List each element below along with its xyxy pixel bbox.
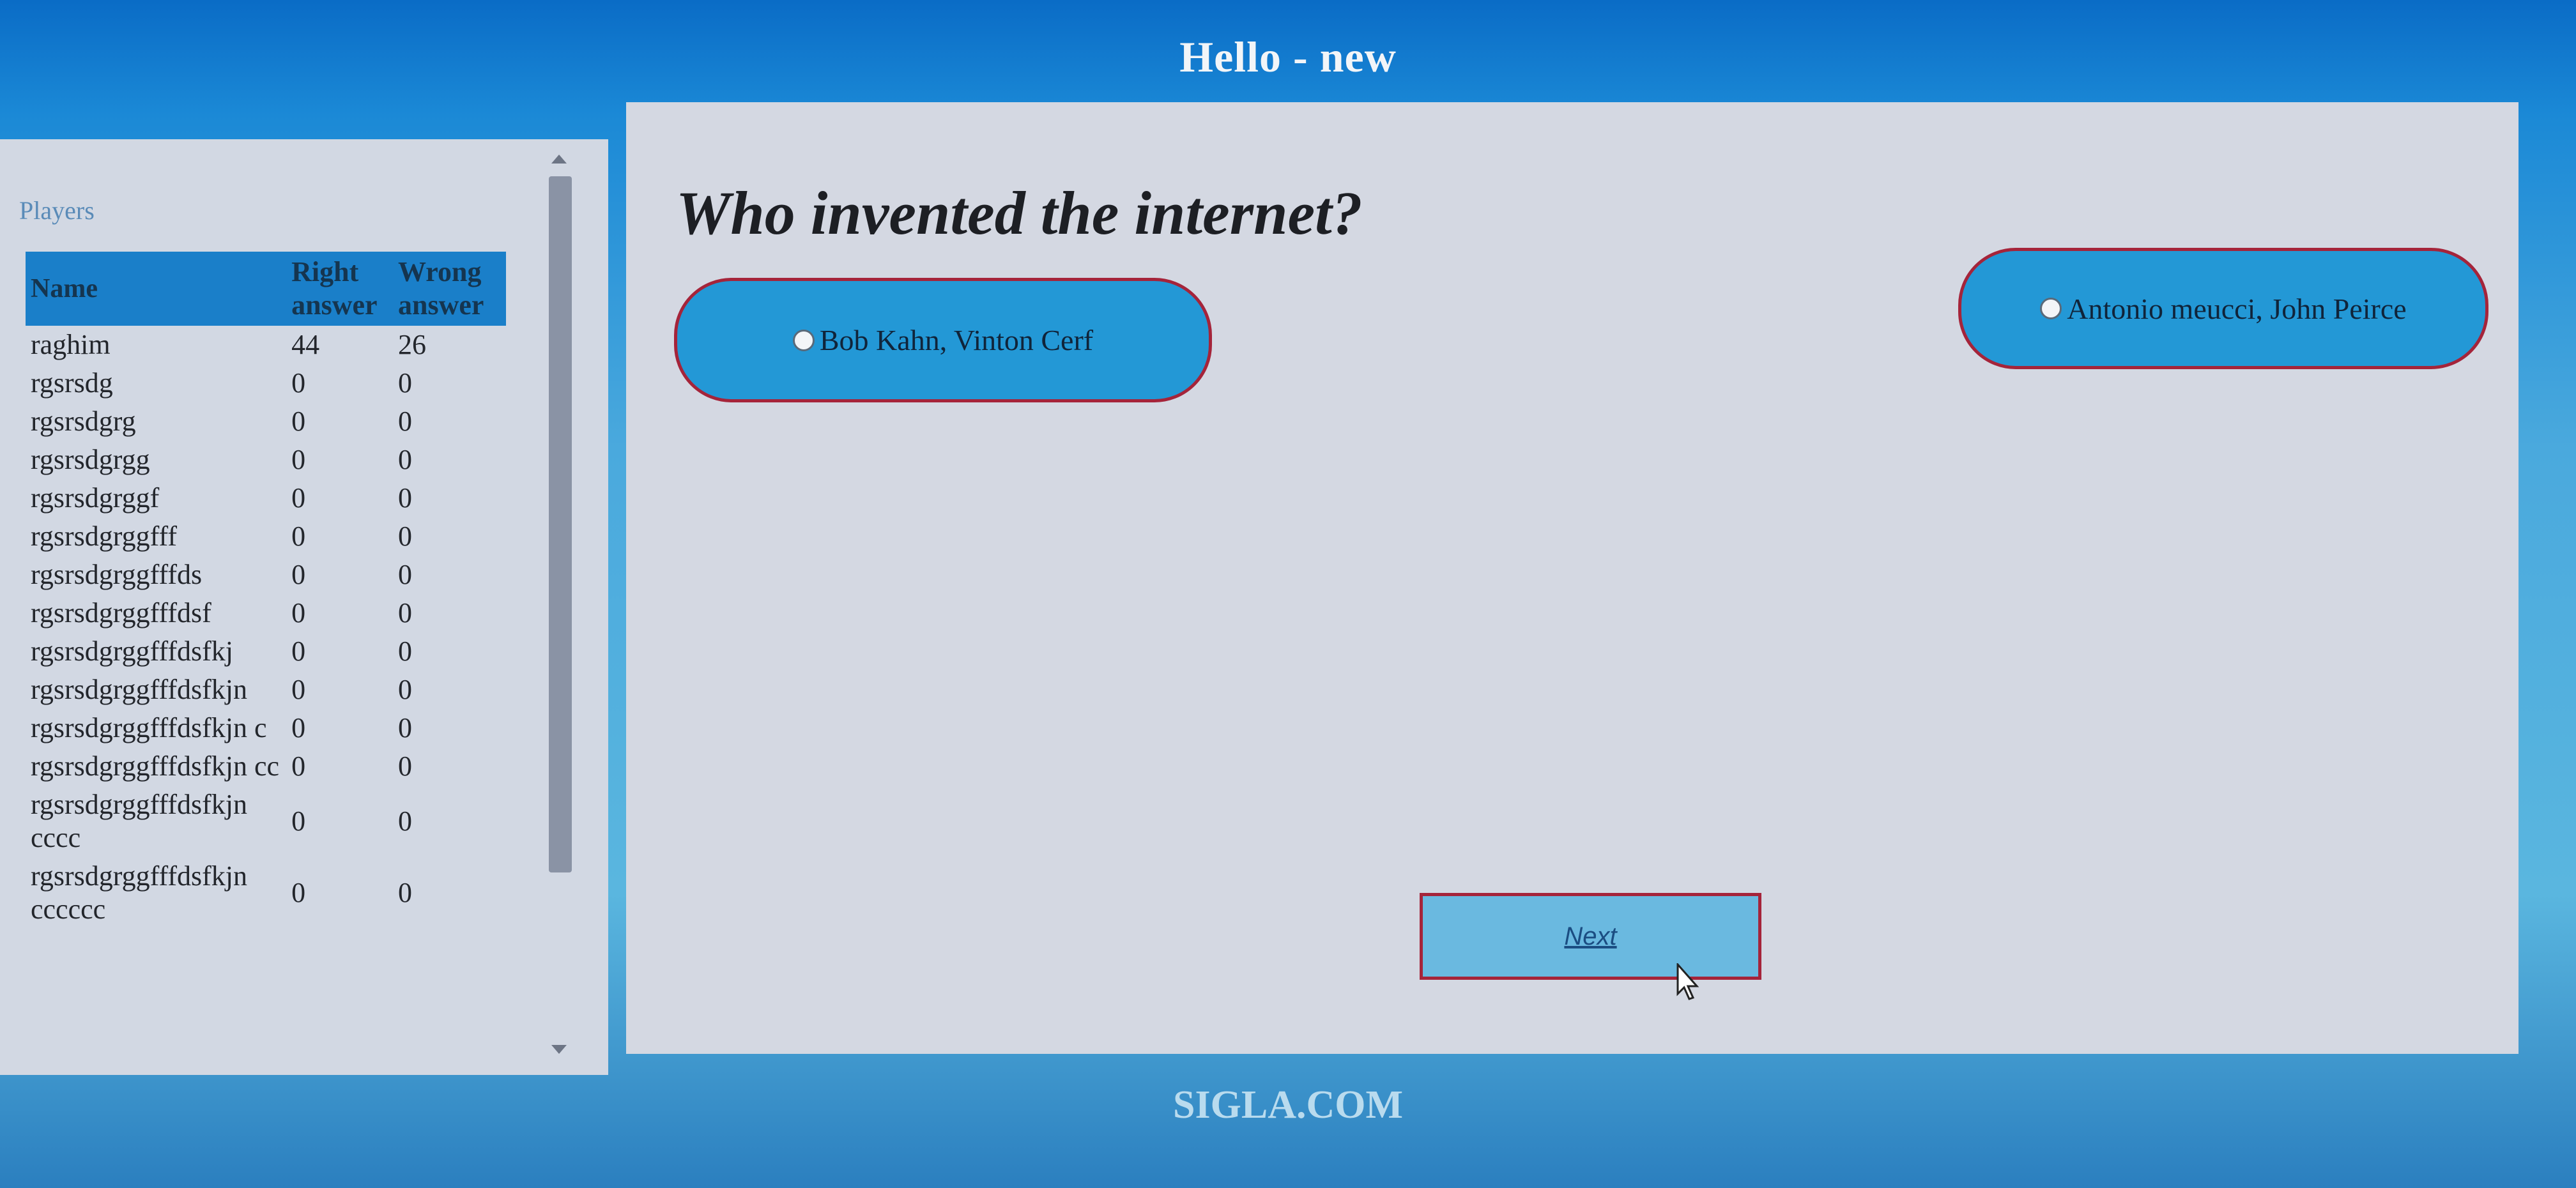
player-wrong-cell: 0	[398, 406, 413, 437]
player-wrong-cell: 0	[398, 521, 413, 552]
player-name-cell: rgsrsdgrggf	[31, 482, 160, 514]
player-wrong-cell: 0	[398, 805, 413, 837]
player-right-cell: 0	[291, 877, 306, 908]
player-name-cell: rgsrsdgrggfffdsfkjn cc	[31, 750, 280, 782]
player-wrong-cell: 0	[398, 674, 413, 705]
player-name-cell: rgsrsdgrggfffds	[31, 559, 203, 590]
player-row: rgsrsdgrg 0 0	[26, 402, 506, 441]
footer-brand: SIGLA.COM	[1173, 1083, 1403, 1127]
player-row: rgsrsdgrggfff 0 0	[26, 517, 506, 556]
question-panel: Who invented the internet? Bob Kahn, Vin…	[626, 102, 2518, 1054]
player-name-cell: rgsrsdgrg	[31, 406, 136, 437]
player-name-cell: rgsrsdgrggfffdsfkjn c	[31, 712, 267, 743]
player-right-cell: 0	[291, 482, 306, 514]
player-row: rgsrsdgrggfffdsfkjn cccccc 0 0	[26, 857, 506, 929]
player-wrong-cell: 0	[398, 559, 413, 590]
player-row: rgsrsdgrggfffdsfkj 0 0	[26, 632, 506, 671]
answer-b-label: Antonio meucci, John Peirce	[2067, 292, 2407, 325]
player-right-cell: 0	[291, 597, 306, 628]
player-wrong-cell: 0	[398, 367, 413, 399]
player-right-cell: 0	[291, 559, 306, 590]
player-wrong-cell: 26	[398, 329, 427, 360]
player-right-cell: 0	[291, 750, 306, 782]
radio-circle-icon[interactable]	[2040, 298, 2062, 319]
player-wrong-cell: 0	[398, 444, 413, 475]
player-row: rgsrsdgrggfffdsf 0 0	[26, 594, 506, 632]
players-title: Players	[19, 196, 95, 225]
next-button[interactable]: Next	[1420, 893, 1761, 980]
player-right-cell: 0	[291, 367, 306, 399]
column-header-wrong: Wrong answer	[393, 252, 506, 326]
player-name-cell: rgsrsdgrgg	[31, 444, 150, 475]
player-right-cell: 0	[291, 406, 306, 437]
player-wrong-cell: 0	[398, 597, 413, 628]
player-name-cell: rgsrsdg	[31, 367, 113, 399]
player-name-cell: rgsrsdgrggfffdsf	[31, 597, 211, 628]
player-wrong-cell: 0	[398, 712, 413, 743]
mouse-pointer-icon	[1676, 963, 1699, 1000]
question-text: Who invented the internet?	[676, 179, 1363, 247]
player-row: rgsrsdgrggfffdsfkjn c 0 0	[26, 709, 506, 747]
player-name-cell: rgsrsdgrggfff	[31, 521, 177, 552]
player-row: rgsrsdgrggfffds 0 0	[26, 556, 506, 594]
players-table-header: Name Right answer Wrong answer	[26, 252, 506, 326]
player-name-cell: rgsrsdgrggfffdsfkjn	[31, 674, 247, 705]
player-row: rgsrsdgrggfffdsfkjn 0 0	[26, 671, 506, 709]
player-right-cell: 0	[291, 636, 306, 667]
players-scrollbar[interactable]	[546, 146, 573, 1065]
player-name-cell: rgsrsdgrggfffdsfkjn cccccc	[31, 860, 247, 925]
player-right-cell: 0	[291, 712, 306, 743]
players-panel: Players Name Right answer Wrong answer r…	[0, 139, 608, 1075]
radio-circle-icon[interactable]	[792, 329, 815, 351]
player-wrong-cell: 0	[398, 482, 413, 514]
player-wrong-cell: 0	[398, 636, 413, 667]
players-table: Name Right answer Wrong answer raghim 44 2…	[26, 252, 506, 929]
player-name-cell: rgsrsdgrggfffdsfkj	[31, 636, 233, 667]
player-right-cell: 0	[291, 805, 306, 837]
player-row: raghim 44 26	[26, 326, 506, 364]
player-wrong-cell: 0	[398, 877, 413, 908]
scrollbar-thumb[interactable]	[549, 176, 572, 872]
answer-a-label: Bob Kahn, Vinton Cerf	[819, 324, 1094, 356]
answer-option-a[interactable]: Bob Kahn, Vinton Cerf	[674, 278, 1212, 402]
column-header-right: Right answer	[286, 252, 394, 326]
scroll-down-arrow-icon[interactable]	[551, 1045, 567, 1054]
player-name-cell: raghim	[31, 329, 111, 360]
player-right-cell: 0	[291, 521, 306, 552]
player-wrong-cell: 0	[398, 750, 413, 782]
player-name-cell: rgsrsdgrggfffdsfkjn cccc	[31, 789, 247, 853]
player-row: rgsrsdgrggfffdsfkjn cccc 0 0	[26, 786, 506, 857]
player-right-cell: 44	[291, 329, 320, 360]
answer-option-b[interactable]: Antonio meucci, John Peirce	[1958, 248, 2488, 369]
player-row: rgsrsdgrgg 0 0	[26, 441, 506, 479]
player-row: rgsrsdg 0 0	[26, 364, 506, 402]
app-title: Hello - new	[1179, 33, 1397, 81]
player-row: rgsrsdgrggf 0 0	[26, 479, 506, 517]
column-header-name: Name	[26, 252, 287, 326]
players-table-body: raghim 44 26 rgsrsdg 0 0 rgsrsdgrg 0 0 rgsrsdgrgg…	[26, 326, 506, 929]
player-row: rgsrsdgrggfffdsfkjn cc 0 0	[26, 747, 506, 786]
player-right-cell: 0	[291, 674, 306, 705]
player-right-cell: 0	[291, 444, 306, 475]
scroll-up-arrow-icon[interactable]	[551, 155, 567, 164]
